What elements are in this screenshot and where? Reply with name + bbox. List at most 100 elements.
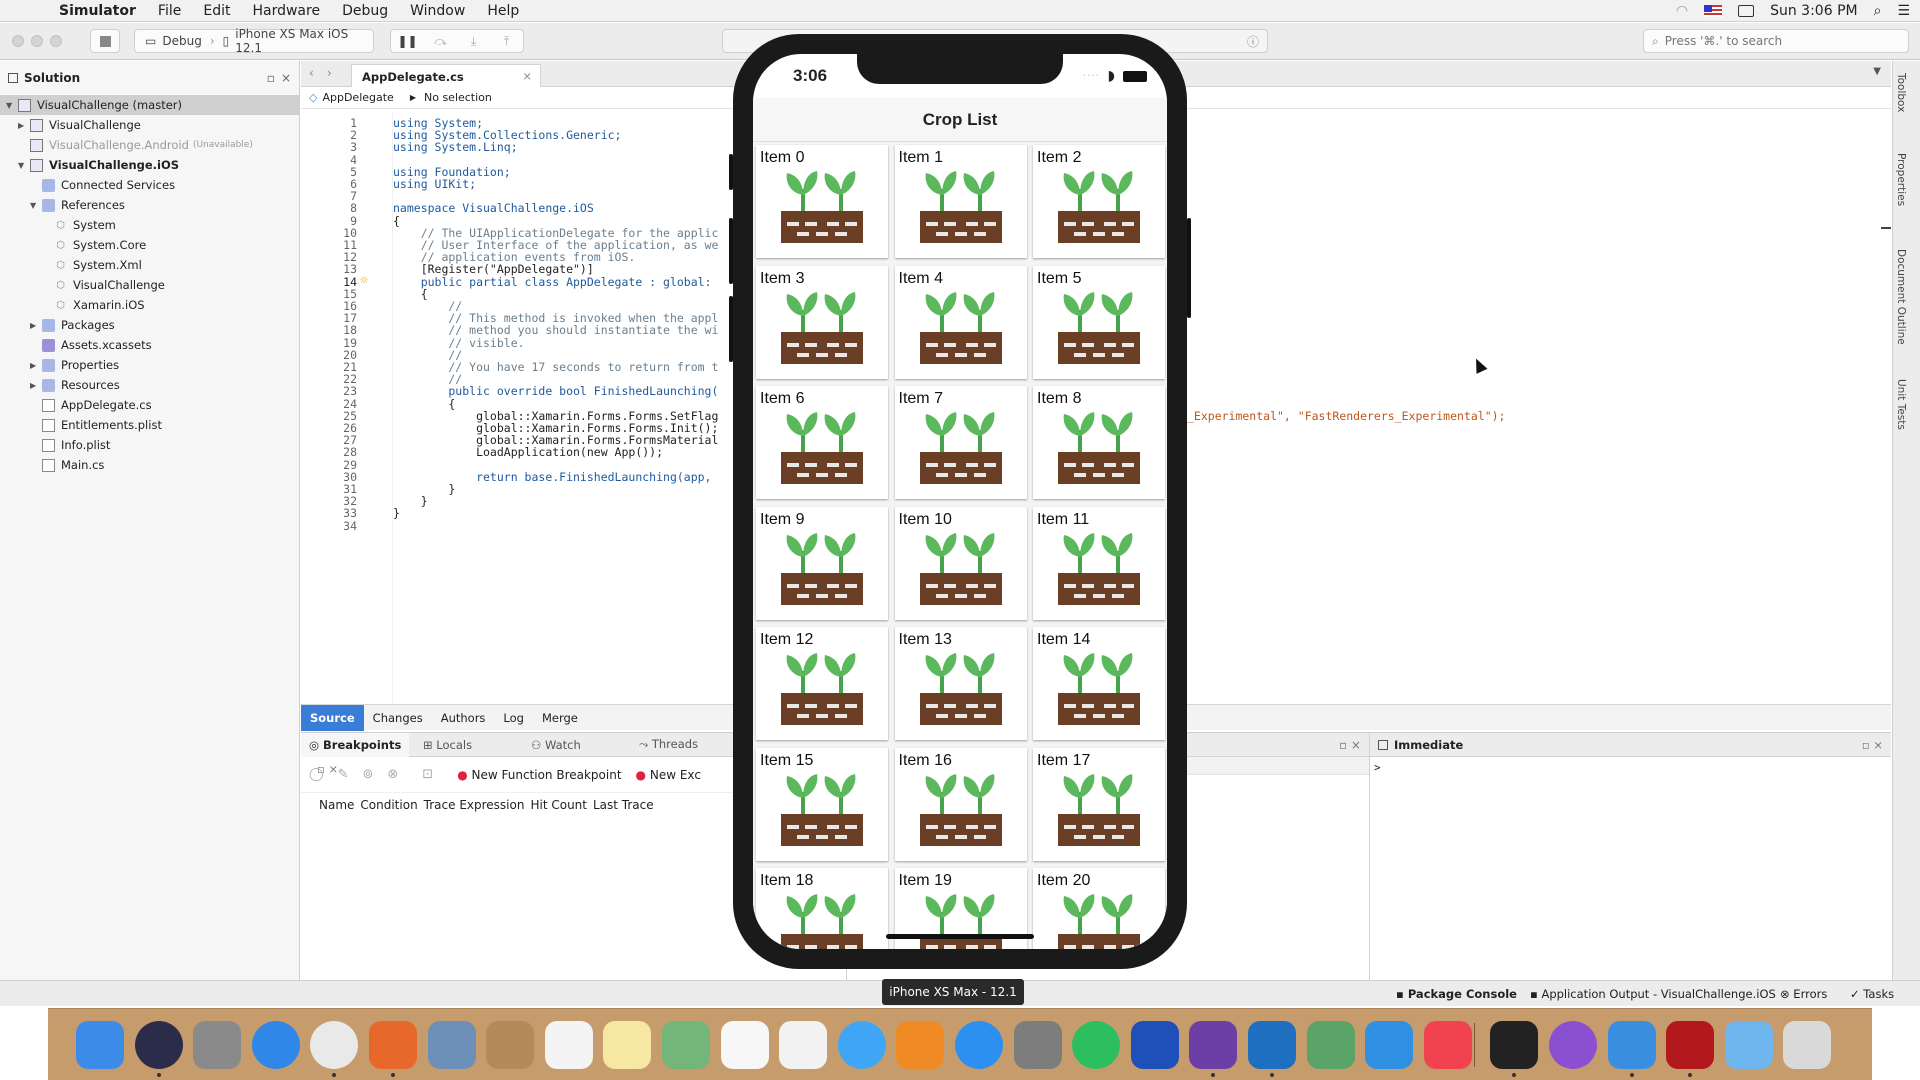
- tab-breakpoints[interactable]: ◎ Breakpoints ▫ ×: [301, 732, 409, 776]
- visual-studio-icon[interactable]: [1189, 1021, 1238, 1069]
- menu-clock[interactable]: Sun 3:06 PM: [1770, 3, 1858, 19]
- column-last-trace[interactable]: Last Trace: [593, 798, 654, 812]
- nav-back-icon[interactable]: ‹: [309, 66, 314, 80]
- pad-close-icon[interactable]: ×: [281, 71, 291, 85]
- solution-tree-row[interactable]: ▼ VisualChallenge.iOS: [0, 155, 300, 175]
- firefox-icon[interactable]: [369, 1021, 417, 1069]
- solution-tree-row[interactable]: Assets.xcassets: [0, 335, 300, 355]
- preview-icon[interactable]: [427, 1021, 476, 1069]
- downloads-icon[interactable]: [1724, 1021, 1773, 1069]
- errors-button[interactable]: ⊗ Errors: [1780, 987, 1827, 1001]
- crop-grid-cell[interactable]: Item 8: [1033, 386, 1165, 499]
- crop-grid-cell[interactable]: Item 5: [1033, 265, 1165, 379]
- contacts-icon[interactable]: [486, 1021, 535, 1069]
- unit-tests-tab[interactable]: Unit Tests: [1895, 379, 1907, 430]
- menu-hardware[interactable]: Hardware: [241, 3, 331, 19]
- column-hit-count[interactable]: Hit Count: [530, 798, 587, 812]
- column-condition[interactable]: Condition: [360, 798, 417, 812]
- solution-tree-row[interactable]: ⬡ System: [0, 215, 300, 235]
- solution-tree-row[interactable]: Info.plist: [0, 435, 300, 455]
- crop-grid-cell[interactable]: Item 18: [756, 868, 888, 949]
- pause-button[interactable]: ❚❚: [391, 34, 424, 48]
- calendar-icon[interactable]: [544, 1021, 593, 1069]
- crop-grid-cell[interactable]: Item 10: [894, 506, 1027, 620]
- crop-grid-cell[interactable]: Item 20: [1033, 868, 1165, 949]
- solution-tree-row[interactable]: AppDelegate.cs: [0, 395, 300, 415]
- chrome-icon[interactable]: [310, 1021, 359, 1069]
- crop-grid-cell[interactable]: Item 6: [756, 386, 888, 499]
- disclosure-expanded-icon[interactable]: ▼: [18, 161, 30, 170]
- crop-grid-cell[interactable]: Item 4: [894, 265, 1027, 379]
- disable-all-icon[interactable]: ⊚: [362, 767, 373, 782]
- tasks-button[interactable]: ✓ Tasks: [1850, 987, 1894, 1001]
- wifi-status-icon[interactable]: ◠: [1676, 3, 1688, 19]
- view-source-icon[interactable]: ⊡: [422, 767, 433, 782]
- news-icon[interactable]: [1423, 1021, 1472, 1069]
- solution-tree-row[interactable]: Entitlements.plist: [0, 415, 300, 435]
- new-exception-catchpoint-button[interactable]: ● New Exc: [636, 768, 701, 782]
- crop-grid-cell[interactable]: Item 12: [756, 627, 888, 740]
- status-info-icon[interactable]: ⓘ: [1247, 33, 1259, 50]
- notification-center-icon[interactable]: ☰: [1897, 3, 1910, 19]
- solution-tree-row[interactable]: ▶ Properties: [0, 355, 300, 375]
- step-into-button[interactable]: ⤓: [457, 34, 490, 49]
- menu-edit[interactable]: Edit: [192, 3, 241, 19]
- tab-close-icon[interactable]: ×: [522, 69, 532, 83]
- column-name[interactable]: Name: [319, 798, 354, 812]
- tab-threads[interactable]: ⤳ Threads: [625, 737, 733, 752]
- solution-tree-row[interactable]: ▶ Packages: [0, 315, 300, 335]
- safari-icon[interactable]: [251, 1021, 300, 1069]
- disclosure-collapsed-icon[interactable]: ▶: [30, 361, 42, 370]
- pad-maximize-icon[interactable]: ▫: [267, 71, 275, 85]
- run-configuration-selector[interactable]: ▭ Debug › ▯ iPhone XS Max iOS 12.1: [134, 27, 374, 55]
- system-preferences-icon[interactable]: [1013, 1021, 1062, 1069]
- dropbox-icon[interactable]: [1130, 1021, 1179, 1069]
- trash-icon[interactable]: [1783, 1021, 1832, 1069]
- crop-grid[interactable]: Item 0 Item 1 Item 2 Item 3 Item 4 Item …: [753, 142, 1167, 949]
- app-store-icon[interactable]: [955, 1021, 1003, 1069]
- menu-window[interactable]: Window: [399, 3, 476, 19]
- android-studio-icon[interactable]: [1306, 1021, 1355, 1069]
- crop-grid-cell[interactable]: Item 11: [1033, 506, 1165, 620]
- disclosure-collapsed-icon[interactable]: ▶: [30, 381, 42, 390]
- enable-breakpoint-icon[interactable]: ◯: [309, 767, 324, 782]
- books-icon[interactable]: [896, 1021, 945, 1069]
- spotlight-icon[interactable]: ⌕: [1874, 3, 1882, 19]
- crop-grid-cell[interactable]: Item 1: [894, 145, 1027, 258]
- solution-tree-row[interactable]: ⬡ System.Core: [0, 235, 300, 255]
- crop-grid-cell[interactable]: Item 0: [756, 145, 888, 258]
- vcs-tab-source[interactable]: Source: [301, 704, 364, 731]
- photos-icon[interactable]: [779, 1021, 828, 1069]
- messages-icon[interactable]: [837, 1021, 886, 1069]
- breadcrumb-class[interactable]: AppDelegate: [322, 91, 393, 104]
- disclosure-collapsed-icon[interactable]: ▶: [30, 321, 42, 330]
- crop-grid-cell[interactable]: Item 13: [894, 627, 1027, 740]
- tab-overflow-icon[interactable]: ▼: [1873, 66, 1881, 77]
- crop-grid-cell[interactable]: Item 2: [1033, 145, 1165, 258]
- package-console-button[interactable]: ▪ Package Console: [1396, 987, 1517, 1001]
- pad-close-icon[interactable]: ▫ ×: [1862, 738, 1883, 752]
- vcs-tab-merge[interactable]: Merge: [533, 705, 587, 731]
- sync-icon[interactable]: [1549, 1021, 1597, 1069]
- zoom-window-button[interactable]: [50, 35, 62, 47]
- side-button-volume-up[interactable]: [729, 218, 733, 284]
- disclosure-collapsed-icon[interactable]: ▶: [18, 121, 30, 130]
- vcs-tab-log[interactable]: Log: [494, 705, 533, 731]
- home-indicator[interactable]: [886, 934, 1034, 939]
- step-out-button[interactable]: ⤒: [490, 34, 523, 49]
- solution-tree-row[interactable]: ⬡ Xamarin.iOS: [0, 295, 300, 315]
- siri-icon[interactable]: [134, 1021, 183, 1069]
- crop-grid-cell[interactable]: Item 3: [756, 265, 888, 379]
- tab-locals[interactable]: ⊞ Locals: [409, 738, 517, 752]
- crop-grid-cell[interactable]: Item 14: [1033, 627, 1165, 740]
- breadcrumb-member[interactable]: No selection: [424, 91, 492, 104]
- vscode-icon[interactable]: [1248, 1021, 1296, 1069]
- airplay-icon[interactable]: [1738, 5, 1755, 17]
- solution-tree-row[interactable]: ▼ References: [0, 195, 300, 215]
- terminal-icon[interactable]: [1490, 1021, 1539, 1069]
- step-over-button[interactable]: ⤼: [424, 34, 457, 49]
- column-trace-expression[interactable]: Trace Expression: [424, 798, 525, 812]
- nav-forward-icon[interactable]: ›: [327, 66, 332, 80]
- simulator-icon[interactable]: [1607, 1021, 1656, 1069]
- crop-grid-cell[interactable]: Item 16: [894, 747, 1027, 861]
